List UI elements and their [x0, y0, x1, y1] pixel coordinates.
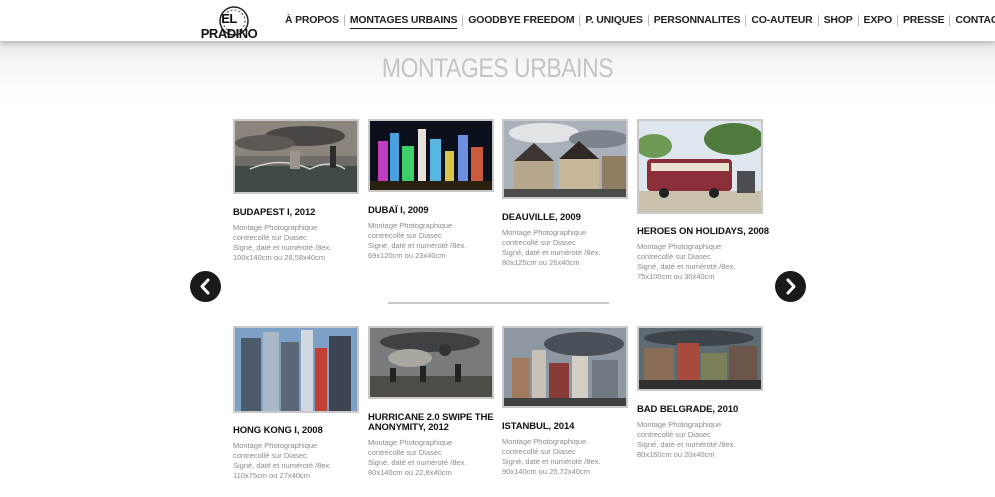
- desc-line: contrecollé sur Diasec: [368, 448, 442, 457]
- row-divider: [388, 302, 609, 304]
- deauville-image: [504, 121, 626, 197]
- nav-item-a-propos[interactable]: À PROPOS: [280, 0, 344, 41]
- chevron-right-icon: [786, 278, 796, 295]
- desc-line: Signé, daté et numéroté /8ex.: [368, 241, 467, 250]
- work-description: Montage Photographique contrecollé sur D…: [502, 228, 642, 268]
- work-title[interactable]: BUDAPEST I, 2012: [233, 208, 373, 218]
- desc-line: Montage Photographique: [502, 228, 587, 237]
- desc-line: Signé, daté et numéroté /8ex.: [637, 440, 736, 449]
- desc-line: contrecollé sur Diasec: [502, 238, 576, 247]
- desc-line: 80x125cm ou 26x40cm: [502, 258, 580, 267]
- desc-line: Montage Photographique: [233, 223, 318, 232]
- desc-line: contrecollé sur Diasec: [233, 233, 307, 242]
- desc-line: Signé, daté et numéroté /8ex.: [233, 243, 332, 252]
- hurricane-image: [370, 328, 492, 397]
- work-description: Montage Photographique contrecollé sur D…: [368, 438, 508, 478]
- budapest-image: [235, 121, 357, 192]
- work-thumbnail[interactable]: [502, 119, 628, 199]
- page-title: MONTAGES URBAINS: [381, 53, 614, 83]
- work-thumbnail[interactable]: [637, 326, 763, 391]
- desc-line: 75x100cm ou 30x40cm: [637, 272, 715, 281]
- work-description: Montage Photographique contrecollé sur D…: [637, 242, 777, 282]
- desc-line: Signé, daté et numéroté /8ex.: [502, 248, 601, 257]
- desc-line: Montage Photographique: [502, 437, 587, 446]
- work-thumbnail[interactable]: [502, 326, 628, 408]
- desc-line: contrecollé sur Diasec: [368, 231, 442, 240]
- desc-line: Signé, daté et numéroté /8ex.: [233, 461, 332, 470]
- work-description: Montage Photographique contrecollé sur D…: [637, 420, 777, 460]
- desc-line: Montage Photographique: [368, 221, 453, 230]
- work-title[interactable]: BAD BELGRADE, 2010: [637, 405, 777, 415]
- work-description: Montage Photographique contrecollé sur D…: [233, 441, 373, 481]
- work-title[interactable]: HEROES ON HOLIDAYS, 2008: [637, 227, 777, 237]
- hong-kong-image: [235, 328, 357, 411]
- chevron-left-icon: [200, 278, 210, 295]
- desc-line: contrecollé sur Diasec.: [233, 451, 309, 460]
- work-description: Montage Photographique contrecollé sur D…: [368, 221, 508, 261]
- desc-line: 80x160cm ou 20x40cm: [637, 450, 715, 459]
- nav-item-p-uniques[interactable]: P. UNIQUES: [580, 0, 647, 41]
- desc-line: Montage Photographique: [637, 242, 722, 251]
- nav-item-presse[interactable]: PRESSE: [898, 0, 949, 41]
- work-thumbnail[interactable]: [368, 326, 494, 399]
- nav-item-contact[interactable]: CONTACT: [950, 0, 995, 41]
- desc-line: 80x140cm ou 22,8x40cm: [368, 468, 452, 477]
- work-title[interactable]: HONG KONG I, 2008: [233, 426, 373, 436]
- desc-line: 110x75cm ou 27x40cm: [233, 471, 310, 480]
- desc-line: contrecollé sur Diasec: [637, 430, 711, 439]
- work-thumbnail[interactable]: [233, 119, 359, 194]
- desc-line: Montage Photographique: [637, 420, 722, 429]
- nav-item-expo[interactable]: EXPO: [859, 0, 897, 41]
- desc-line: 90x140cm ou 25,72x40cm: [502, 467, 590, 476]
- desc-line: 100x140cm ou 28,58x40cm: [233, 253, 326, 262]
- desc-line: Signé, daté et numéroté /8ex.: [637, 262, 736, 271]
- work-thumbnail[interactable]: [368, 119, 494, 192]
- main-nav: À PROPOS MONTAGES URBAINS GOODBYE FREEDO…: [280, 0, 995, 41]
- desc-line: Signé, daté et numéroté /8ex.: [502, 457, 601, 466]
- work-title[interactable]: ISTANBUL, 2014: [502, 422, 642, 432]
- nav-item-personnalites[interactable]: PERSONNALITES: [649, 0, 746, 41]
- desc-line: 69x120cm ou 23x40cm: [368, 251, 446, 260]
- nav-item-goodbye-freedom[interactable]: GOODBYE FREEDOM: [463, 0, 579, 41]
- dubai-image: [370, 121, 492, 190]
- work-title[interactable]: HURRICANE 2.0 SWIPE THE ANONYMITY, 2012: [368, 413, 508, 433]
- work-description: Montage Photographique contrecollé sur D…: [233, 223, 373, 263]
- carousel-next-button[interactable]: [775, 271, 806, 302]
- heroes-image: [639, 121, 761, 212]
- nav-item-montages-urbains[interactable]: MONTAGES URBAINS: [345, 0, 462, 41]
- desc-line: Montage Photographique: [233, 441, 318, 450]
- work-thumbnail[interactable]: [637, 119, 763, 214]
- work-thumbnail[interactable]: [233, 326, 359, 413]
- desc-line: contrecollé sur Diasec: [637, 252, 711, 261]
- desc-line: contrecollé sur Diasec: [502, 447, 576, 456]
- desc-line: Montage Photographique: [368, 438, 453, 447]
- work-title[interactable]: DUBAÏ I, 2009: [368, 206, 508, 216]
- nav-item-co-auteur[interactable]: CO-AUTEUR: [746, 0, 817, 41]
- site-header: EL PRADINO À PROPOS MONTAGES URBAINS GOO…: [0, 0, 995, 41]
- desc-line: Signé, daté et numéroté /8ex.: [368, 458, 467, 467]
- logo-text: EL PRADINO: [200, 11, 258, 41]
- nav-item-shop[interactable]: SHOP: [819, 0, 858, 41]
- work-title[interactable]: DEAUVILLE, 2009: [502, 213, 642, 223]
- istanbul-image: [504, 328, 626, 406]
- carousel-prev-button[interactable]: [190, 271, 221, 302]
- site-logo[interactable]: EL PRADINO: [199, 5, 259, 41]
- work-description: Montage Photographique contrecollé sur D…: [502, 437, 642, 477]
- bad-belgrade-image: [639, 328, 761, 389]
